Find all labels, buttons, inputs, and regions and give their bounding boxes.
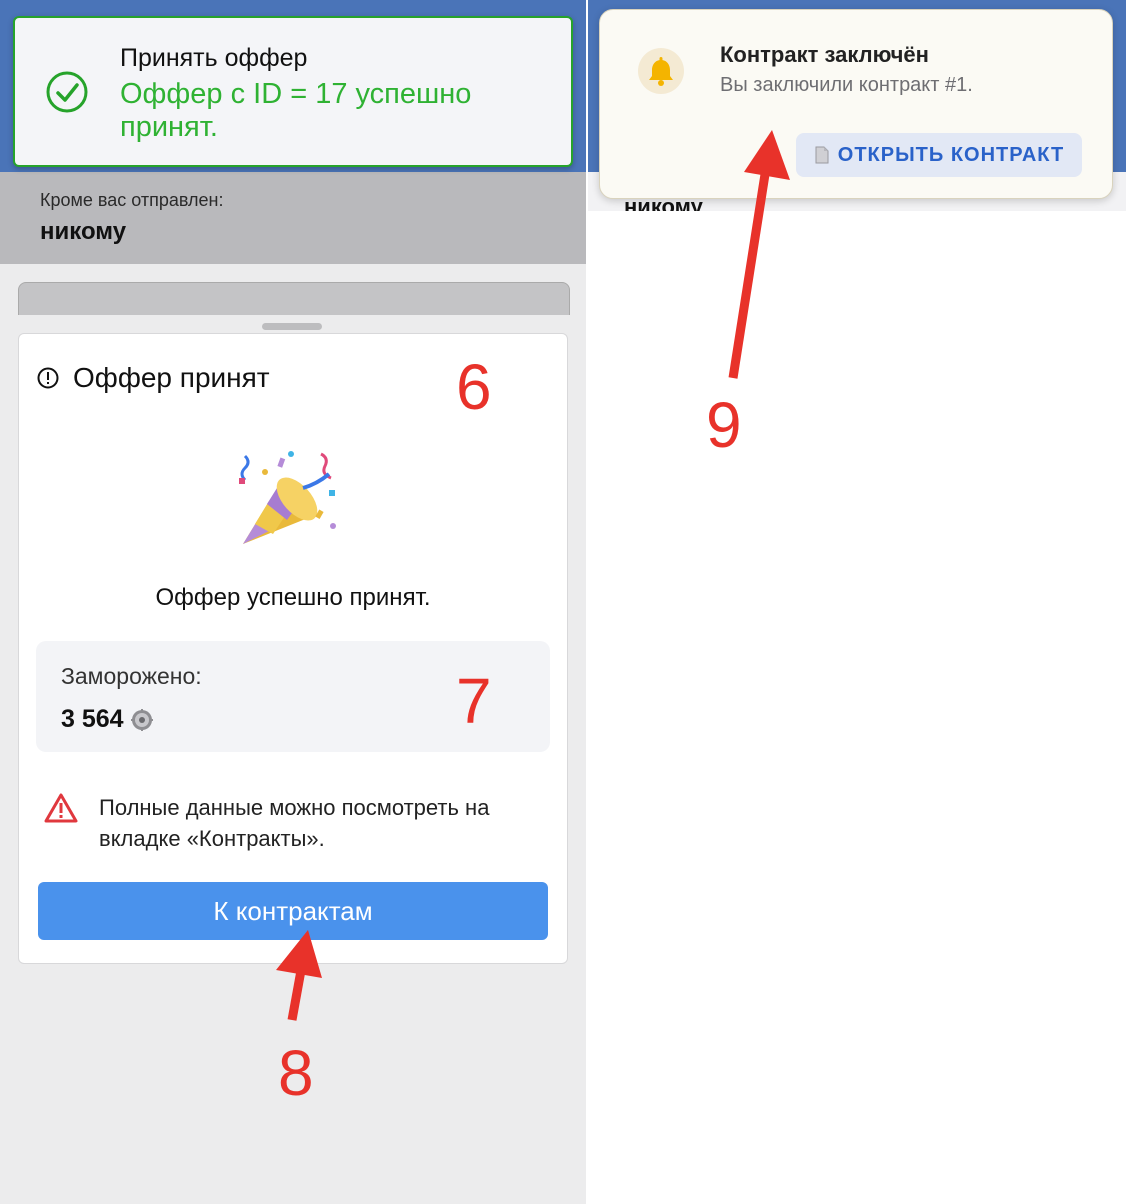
sheet-drag-handle[interactable] [262, 323, 322, 330]
annotation-number-8: 8 [278, 1037, 314, 1109]
left-screen: Кроме вас отправлен: никому Принять оффе… [0, 0, 586, 1204]
frozen-value: 3 564 [61, 705, 124, 733]
success-message: Оффер успешно принят. [155, 584, 431, 611]
offer-accepted-card: Оффер принят Оффер успешно принят. Замор… [18, 333, 568, 964]
notification-title: Контракт заключён [720, 42, 929, 67]
open-contract-label: ОТКРЫТЬ КОНТРАКТ [837, 143, 1065, 166]
gear-coin-icon [130, 708, 153, 731]
warning-text: Полные данные можно посмотреть на вкладк… [99, 795, 490, 851]
bell-icon-badge [638, 48, 684, 94]
card-header: Оффер принят [37, 362, 270, 394]
warning-row: Полные данные можно посмотреть на вкладк… [43, 792, 539, 854]
annotation-number-9: 9 [706, 389, 742, 461]
bell-icon [649, 57, 673, 86]
card-title: Оффер принят [73, 362, 270, 393]
success-toast[interactable]: Принять оффер Оффер с ID = 17 успешно пр… [13, 16, 573, 167]
toast-title: Принять оффер [120, 44, 308, 72]
document-icon [815, 146, 829, 164]
frozen-value-row: 3 564 [61, 705, 154, 734]
warning-triangle-icon [44, 793, 78, 823]
exclamation-circle-icon [37, 367, 59, 389]
toast-message: Оффер с ID = 17 успешно принят. [120, 78, 472, 143]
contract-notification[interactable]: Контракт заключён Вы заключили контракт … [599, 9, 1113, 199]
annotation-number-7: 7 [456, 665, 492, 737]
open-contract-button[interactable]: ОТКРЫТЬ КОНТРАКТ [796, 133, 1082, 177]
notification-message: Вы заключили контракт #1. [720, 74, 973, 96]
to-contracts-button[interactable]: К контрактам [38, 882, 548, 940]
annotation-number-6: 6 [456, 351, 492, 423]
check-circle-icon [46, 71, 88, 113]
sent-to-label: Кроме вас отправлен: [40, 190, 224, 210]
frozen-label: Заморожено: [61, 663, 202, 689]
sent-to-value: никому [40, 218, 127, 245]
party-popper-icon [239, 451, 336, 544]
